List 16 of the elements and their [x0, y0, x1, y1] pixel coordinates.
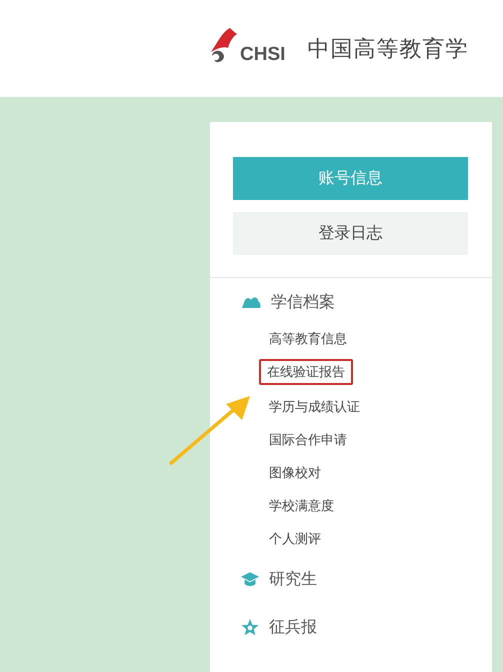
graduation-cap-icon [241, 572, 259, 586]
account-button[interactable]: 登录日志 [233, 212, 468, 255]
menu-link[interactable]: 学历与成绩认证 [269, 390, 360, 423]
section-title[interactable]: 学信档案 [271, 292, 335, 312]
logo-text: CHSI [240, 44, 286, 66]
site-title: 中国高等教育学 [307, 36, 468, 64]
section-title[interactable]: 研究生 [269, 568, 317, 590]
menu-link[interactable]: 图像校对 [269, 456, 321, 489]
menu-link[interactable]: 个人测评 [269, 522, 321, 555]
menu-link[interactable]: 在线验证报告 [259, 359, 353, 385]
section-title[interactable]: 征兵报 [269, 616, 317, 638]
cloud-icon [241, 296, 261, 308]
star-icon [241, 618, 259, 636]
menu-link[interactable]: 高等教育信息 [269, 322, 347, 355]
menu-link[interactable]: 学校满意度 [269, 489, 334, 522]
menu-link[interactable]: 国际合作申请 [269, 423, 347, 456]
